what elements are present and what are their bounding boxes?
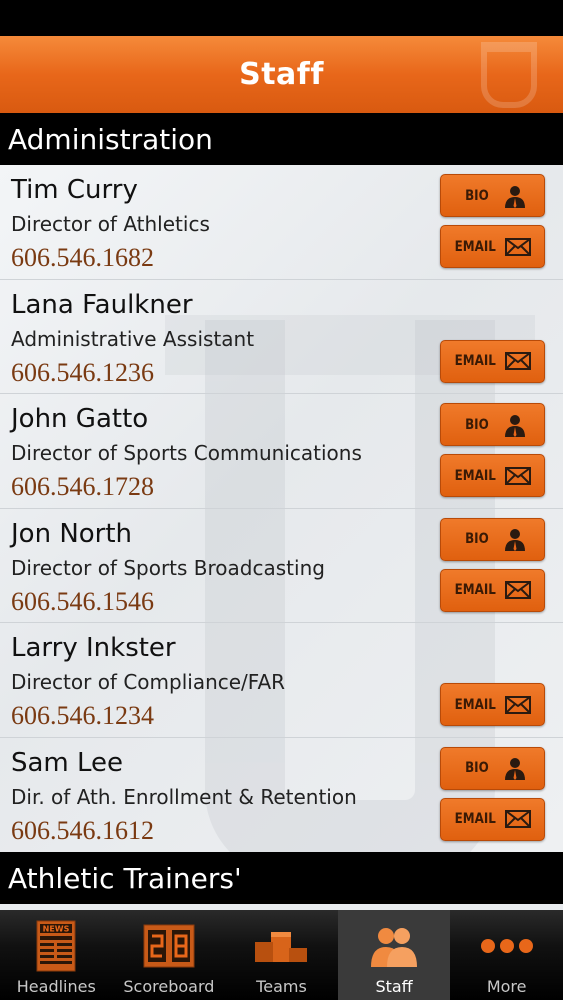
staff-title: Administrative Assistant [11,326,255,351]
staff-name: Jon North [11,518,133,549]
bio-button-label: BIO [465,416,489,433]
email-button-label: EMAIL [454,582,496,598]
staff-phone-link[interactable]: 606.546.1728 [11,472,154,502]
tab-bar: NEWS Headlines Scoreboard Teams Staff Mo… [0,910,563,1000]
tab-label: Teams [256,977,307,996]
email-button-label: EMAIL [454,811,496,827]
nav-bar: Staff [0,36,563,113]
staff-row: Lana Faulkner Administrative Assistant 6… [0,280,563,394]
envelope-icon [505,581,532,599]
staff-row: Sam Lee Dir. of Ath. Enrollment & Retent… [0,738,563,853]
envelope-icon [505,810,532,828]
staff-name: Tim Curry [11,175,138,205]
email-button[interactable]: EMAIL [440,568,545,612]
bio-button[interactable]: BIO [440,403,545,446]
email-button[interactable]: EMAIL [440,454,545,497]
people-icon [369,917,419,975]
staff-name: Lana Faulkner [11,289,193,320]
bio-button[interactable]: BIO [440,746,545,790]
staff-phone-link[interactable]: 606.546.1236 [11,358,154,388]
staff-title: Director of Athletics [11,212,210,236]
scoreboard-icon [143,917,195,975]
section-title: Administration [8,122,213,156]
staff-title: Dir. of Ath. Enrollment & Retention [11,784,357,809]
staff-row: Jon North Director of Sports Broadcastin… [0,509,563,623]
tab-headlines[interactable]: NEWS Headlines [0,910,113,1000]
staff-list[interactable]: Tim Curry Director of Athletics 606.546.… [0,165,563,852]
email-button-label: EMAIL [454,467,496,484]
person-icon [503,527,527,551]
envelope-icon [505,237,532,256]
more-dots-icon [480,917,534,975]
bio-button-label: BIO [465,760,489,776]
section-header-athletic-trainers: Athletic Trainers' [0,852,563,904]
staff-phone-link[interactable]: 606.546.1612 [11,816,154,846]
email-button[interactable]: EMAIL [440,225,545,268]
section-header-administration: Administration [0,113,563,165]
staff-name: Larry Inkster [11,633,176,663]
staff-title: Director of Sports Broadcasting [11,555,325,580]
envelope-icon [505,352,532,370]
staff-row: Tim Curry Director of Athletics 606.546.… [0,165,563,280]
staff-phone-link[interactable]: 606.546.1682 [11,243,154,273]
email-button-label: EMAIL [454,696,496,713]
staff-phone-link[interactable]: 606.546.1546 [11,587,154,617]
tab-label: Headlines [16,977,96,996]
email-button[interactable]: EMAIL [440,797,545,841]
newspaper-icon: NEWS [36,917,76,975]
envelope-icon [505,695,532,714]
bio-button[interactable]: BIO [440,174,545,217]
tab-staff[interactable]: Staff [337,910,451,1000]
status-bar [0,0,563,36]
podium-icon [253,917,309,975]
email-button[interactable]: EMAIL [440,683,545,726]
email-button[interactable]: EMAIL [440,339,545,383]
tab-teams[interactable]: Teams [225,910,338,1000]
bio-button-label: BIO [465,531,489,547]
staff-name: John Gatto [11,404,149,434]
logo-watermark-icon [481,42,537,108]
person-icon [503,184,527,208]
bio-button-label: BIO [465,187,489,204]
section-title: Athletic Trainers' [8,861,242,895]
tab-label: Scoreboard [123,977,215,996]
bio-button[interactable]: BIO [440,517,545,561]
tab-scoreboard[interactable]: Scoreboard [113,910,226,1000]
staff-row: Larry Inkster Director of Compliance/FAR… [0,623,563,738]
person-icon [503,413,527,437]
svg-text:NEWS: NEWS [43,925,70,934]
tab-label: Staff [375,977,413,996]
email-button-label: EMAIL [454,238,496,255]
envelope-icon [505,466,532,485]
email-button-label: EMAIL [454,353,496,369]
person-icon [503,756,527,780]
staff-phone-link[interactable]: 606.546.1234 [11,701,154,731]
tab-more[interactable]: More [450,910,563,1000]
staff-row: John Gatto Director of Sports Communicat… [0,394,563,509]
tab-label: More [486,977,527,996]
staff-title: Director of Compliance/FAR [11,670,286,694]
page-title: Staff [239,57,324,92]
staff-name: Sam Lee [11,747,124,778]
staff-title: Director of Sports Communications [11,441,362,465]
